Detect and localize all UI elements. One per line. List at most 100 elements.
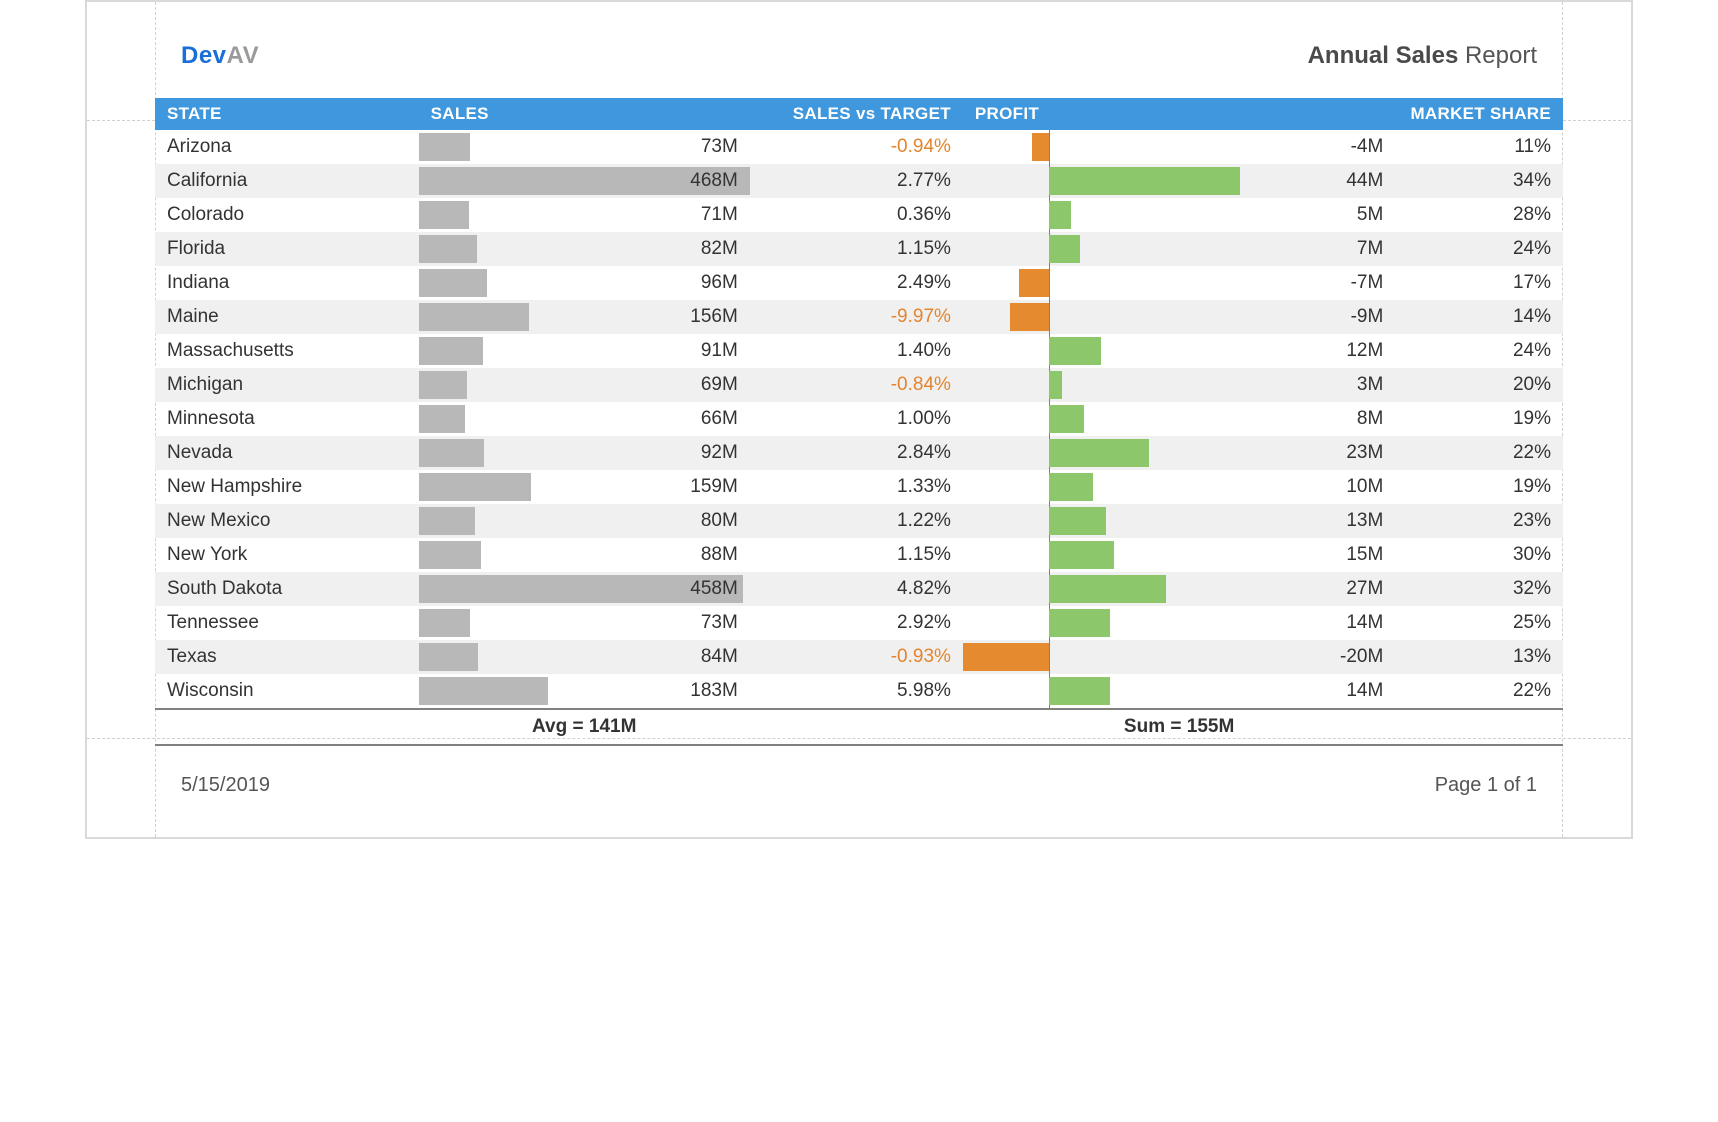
sales-value: 92M: [701, 442, 738, 463]
sales-value: 91M: [701, 340, 738, 361]
cell-market-share: 22%: [1395, 436, 1563, 470]
profit-bar: [1049, 235, 1079, 263]
cell-sales-vs-target: 1.22%: [750, 504, 963, 538]
report-title-rest: Report: [1458, 42, 1537, 69]
table-row: California 468M 2.77% 44M 34%: [155, 164, 1563, 198]
cell-state: Minnesota: [155, 402, 419, 436]
profit-value: 3M: [1357, 374, 1383, 395]
cell-sales: 92M: [419, 436, 750, 470]
sales-bar: [419, 677, 548, 705]
cell-market-share: 24%: [1395, 334, 1563, 368]
sales-bar: [419, 643, 478, 671]
cell-state: South Dakota: [155, 572, 419, 606]
sales-bar: [419, 371, 468, 399]
cell-profit: 12M: [963, 334, 1395, 368]
cell-market-share: 25%: [1395, 606, 1563, 640]
sales-bar: [419, 235, 477, 263]
profit-value: 14M: [1346, 680, 1383, 701]
profit-value: 5M: [1357, 204, 1383, 225]
cell-sales: 156M: [419, 300, 750, 334]
table-row: Massachusetts91M1.40%12M24%: [155, 334, 1563, 368]
cell-market-share: 22%: [1395, 674, 1563, 709]
logo: DevAV: [181, 42, 259, 70]
cell-sales-vs-target: 2.77%: [750, 164, 963, 198]
report-title: Annual Sales Report: [1308, 42, 1537, 70]
profit-bar: [1049, 201, 1071, 229]
sales-value: 84M: [701, 646, 738, 667]
sales-value: 159M: [690, 476, 738, 497]
cell-sales-vs-target: -0.94%: [750, 130, 963, 164]
sales-value: 468M: [690, 170, 738, 191]
table-row: Tennessee73M2.92% 14M 25%: [155, 606, 1563, 640]
report-page: DevAV Annual Sales Report STATE SALES SA…: [85, 0, 1633, 839]
table-row: Maine156M-9.97%-9M14%: [155, 300, 1563, 334]
cell-profit: 14M: [963, 606, 1395, 640]
cell-state: Maine: [155, 300, 419, 334]
cell-sales: 458M: [419, 572, 750, 606]
cell-market-share: 19%: [1395, 470, 1563, 504]
profit-value: 14M: [1346, 612, 1383, 633]
profit-zero-axis: [1049, 130, 1050, 164]
cell-profit: -7M: [963, 266, 1395, 300]
cell-sales: 159M: [419, 470, 750, 504]
sales-bar: [419, 133, 471, 161]
sales-bar: [419, 201, 469, 229]
cell-state: New Hampshire: [155, 470, 419, 504]
cell-state: California: [155, 164, 419, 198]
profit-bar: [1049, 609, 1110, 637]
table-row: Arizona73M-0.94%-4M11%: [155, 130, 1563, 164]
sales-value: 156M: [690, 306, 738, 327]
cell-sales: 73M: [419, 606, 750, 640]
cell-state: New York: [155, 538, 419, 572]
cell-market-share: 14%: [1395, 300, 1563, 334]
cell-sales: 88M: [419, 538, 750, 572]
profit-value: 44M: [1346, 170, 1383, 191]
footer-date: 5/15/2019: [181, 774, 270, 797]
cell-state: Massachusetts: [155, 334, 419, 368]
cell-profit: -4M: [963, 130, 1395, 164]
cell-profit: 14M: [963, 674, 1395, 709]
profit-value: 10M: [1346, 476, 1383, 497]
cell-state: Nevada: [155, 436, 419, 470]
cell-market-share: 20%: [1395, 368, 1563, 402]
cell-market-share: 34%: [1395, 164, 1563, 198]
table-row: New Mexico80M1.22%13M23%: [155, 504, 1563, 538]
cell-state: Michigan: [155, 368, 419, 402]
profit-bar: [1049, 473, 1092, 501]
cell-sales: 80M: [419, 504, 750, 538]
col-sales: SALES: [419, 98, 750, 130]
sales-value: 80M: [701, 510, 738, 531]
sales-bar: [419, 507, 476, 535]
profit-bar: [1049, 541, 1114, 569]
footer-page: Page 1 of 1: [1435, 774, 1537, 797]
profit-zero-axis: [1049, 266, 1050, 300]
table-row: Florida82M1.15%7M24%: [155, 232, 1563, 266]
cell-market-share: 11%: [1395, 130, 1563, 164]
col-profit: PROFIT: [963, 98, 1395, 130]
table-row: South Dakota458M4.82%27M32%: [155, 572, 1563, 606]
sales-value: 66M: [701, 408, 738, 429]
header-row: STATE SALES SALES vs TARGET PROFIT MARKE…: [155, 98, 1563, 130]
cell-state: New Mexico: [155, 504, 419, 538]
table-row: Texas84M-0.93%-20M13%: [155, 640, 1563, 674]
cell-sales-vs-target: 2.92%: [750, 606, 963, 640]
cell-sales-vs-target: 0.36%: [750, 198, 963, 232]
profit-bar: [1049, 337, 1101, 365]
table-row: New York88M1.15%15M30%: [155, 538, 1563, 572]
cell-market-share: 23%: [1395, 504, 1563, 538]
profit-bar: [1049, 507, 1105, 535]
sales-value: 71M: [701, 204, 738, 225]
cell-profit: 27M: [963, 572, 1395, 606]
profit-value: -4M: [1351, 136, 1384, 157]
logo-av: AV: [227, 42, 260, 69]
cell-state: Indiana: [155, 266, 419, 300]
summary-avg: Avg = 141M: [419, 709, 750, 745]
profit-value: -9M: [1351, 306, 1384, 327]
report-title-strong: Annual Sales: [1308, 42, 1459, 69]
report-footer: 5/15/2019 Page 1 of 1: [155, 746, 1563, 837]
cell-sales: 468M: [419, 164, 750, 198]
cell-state: Tennessee: [155, 606, 419, 640]
cell-profit: 7M: [963, 232, 1395, 266]
cell-sales-vs-target: 1.00%: [750, 402, 963, 436]
sales-value: 69M: [701, 374, 738, 395]
